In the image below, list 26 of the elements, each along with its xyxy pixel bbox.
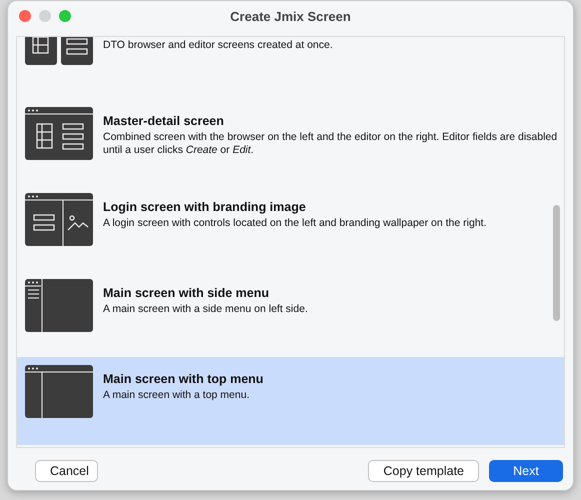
template-title: Master-detail screen bbox=[103, 113, 225, 130]
template-item[interactable]: Login screen with branding image A login screen with controls located on the left and branding wallpaper on the right. bbox=[17, 185, 564, 271]
screen-layout-icon bbox=[25, 365, 93, 418]
template-item[interactable]: DTO browser and editor screens created at once. bbox=[17, 37, 564, 99]
template-item[interactable]: Main screen with top menu A main screen with a top menu. bbox=[17, 357, 564, 445]
screen-layout-icon bbox=[25, 279, 93, 332]
minimize-icon[interactable] bbox=[39, 10, 51, 22]
window-title: Create Jmix Screen bbox=[230, 9, 351, 24]
template-description: A main screen with a top menu. bbox=[103, 388, 250, 402]
dialog-button[interactable]: Cancel bbox=[35, 460, 98, 482]
close-icon[interactable] bbox=[19, 10, 31, 22]
zoom-icon[interactable] bbox=[59, 10, 71, 22]
template-description: A main screen with a side menu on left side. bbox=[103, 302, 308, 316]
screen-layout-icon bbox=[25, 193, 93, 246]
next-button[interactable]: Next bbox=[489, 460, 563, 482]
screen-layout-icon bbox=[25, 107, 93, 160]
template-description: Combined screen with the browser on the left and the editor on the right. Editor fields are disabled until a user clicks Create or Edit. bbox=[103, 130, 558, 158]
template-description: A login screen with controls located on the left and branding wallpaper on the right. bbox=[103, 216, 486, 230]
scrollbar[interactable] bbox=[553, 205, 560, 321]
template-description: DTO browser and editor screens created at once. bbox=[103, 39, 333, 53]
template-item[interactable]: Main screen with side menu A main screen with a side menu on left side. bbox=[17, 271, 564, 357]
template-item[interactable]: Master-detail screen Combined screen with the browser on the left and the editor on the right. Editor fields are disabled until a user clicks Create or Edit. bbox=[17, 99, 564, 185]
template-title: Main screen with side menu bbox=[103, 285, 270, 302]
template-title: Main screen with top menu bbox=[103, 371, 264, 388]
dialog-button[interactable]: Copy template bbox=[368, 460, 479, 482]
template-title: Login screen with branding image bbox=[103, 199, 307, 216]
